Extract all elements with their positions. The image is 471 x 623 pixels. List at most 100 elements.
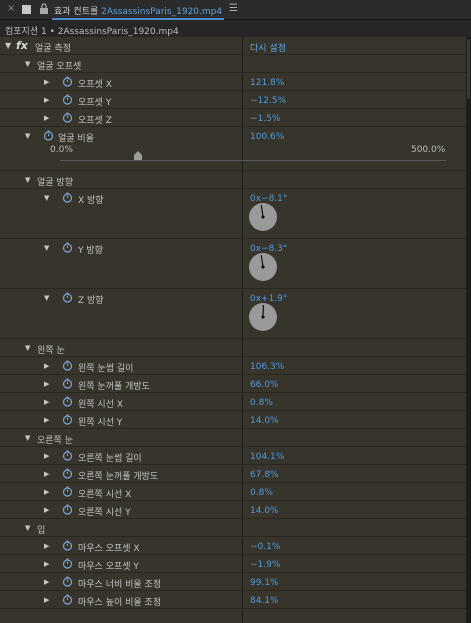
property-value[interactable]: 0.8% <box>250 398 273 408</box>
stopwatch-icon[interactable] <box>62 94 73 105</box>
property-row[interactable]: ▶ 오프셋 Y −12.5% <box>0 91 466 109</box>
property-row[interactable]: ▶ 왼쪽 시선 X 0.8% <box>0 393 466 411</box>
expand-icon[interactable]: ▶ <box>44 78 49 86</box>
property-row[interactable]: ▶ 왼쪽 시선 Y 14.0% <box>0 411 466 429</box>
group-face-direction[interactable]: ▼ 얼굴 방향 <box>0 171 466 189</box>
stopwatch-icon[interactable] <box>62 378 73 389</box>
property-value[interactable]: −1.5% <box>250 114 280 124</box>
property-row[interactable]: ▶ 오른쪽 눈썹 길이 104.1% <box>0 447 466 465</box>
group-face-offset[interactable]: ▼ 얼굴 오프셋 <box>0 55 466 73</box>
property-row[interactable]: ▶ 마우스 높이 비율 조정 84.1% <box>0 591 466 609</box>
direction-row[interactable]: ▼ Z 방향 0x+1.9° <box>0 289 466 339</box>
property-value[interactable]: 84.1% <box>250 596 279 606</box>
expand-icon[interactable]: ▶ <box>44 578 49 586</box>
expand-icon[interactable]: ▶ <box>44 470 49 478</box>
direction-row[interactable]: ▼ Y 방향 0x−8.3° <box>0 239 466 289</box>
property-row[interactable]: ▶ 마우스 너비 비율 조정 99.1% <box>0 573 466 591</box>
stopwatch-icon[interactable] <box>62 242 73 253</box>
group-label: 오른쪽 눈 <box>37 436 73 446</box>
angle-dial[interactable] <box>249 303 277 331</box>
collapse-icon[interactable]: ▼ <box>44 294 49 302</box>
fx-icon[interactable]: fx <box>16 39 28 52</box>
group-left-eye[interactable]: ▼ 왼쪽 눈 <box>0 339 466 357</box>
expand-icon[interactable]: ▶ <box>44 506 49 514</box>
property-value[interactable]: 99.1% <box>250 578 279 588</box>
collapse-icon[interactable]: ▼ <box>44 244 49 252</box>
close-icon[interactable]: × <box>7 3 15 14</box>
property-row[interactable]: ▶ 오프셋 X 121.8% <box>0 73 466 91</box>
property-row[interactable]: ▶ 오른쪽 시선 Y 14.0% <box>0 501 466 519</box>
property-row[interactable]: ▶ 마우스 오프셋 Y −1.9% <box>0 555 466 573</box>
effect-header-row[interactable]: ▼ fx 얼굴 측정 다시 설정 <box>0 37 466 55</box>
face-ratio-row[interactable]: ▼ 얼굴 비율 100.6% 0.0% 500.0% <box>0 127 466 171</box>
stopwatch-icon[interactable] <box>43 130 54 141</box>
expand-icon[interactable]: ▶ <box>44 114 49 122</box>
property-row[interactable]: ▶ 마우스 오프셋 X −0.1% <box>0 537 466 555</box>
stopwatch-icon[interactable] <box>62 292 73 303</box>
expand-icon[interactable]: ▶ <box>44 452 49 460</box>
scrollbar-thumb[interactable] <box>467 39 470 99</box>
collapse-icon[interactable]: ▼ <box>25 176 30 184</box>
property-row[interactable]: ▶ 오른쪽 시선 X 0.8% <box>0 483 466 501</box>
property-value[interactable]: 0.8% <box>250 488 273 498</box>
property-row[interactable]: ▶ 오프셋 Z −1.5% <box>0 109 466 127</box>
property-value[interactable]: 106.3% <box>250 362 284 372</box>
property-label: 오른쪽 눈꺼풀 개방도 <box>78 472 159 482</box>
property-value[interactable]: 14.0% <box>250 506 279 516</box>
angle-dial[interactable] <box>249 203 277 231</box>
expand-icon[interactable]: ▶ <box>44 560 49 568</box>
expand-icon[interactable]: ▶ <box>44 488 49 496</box>
stopwatch-icon[interactable] <box>62 558 73 569</box>
collapse-icon[interactable]: ▼ <box>44 194 49 202</box>
stopwatch-icon[interactable] <box>62 112 73 123</box>
collapse-icon[interactable]: ▼ <box>25 60 30 68</box>
stopwatch-icon[interactable] <box>62 576 73 587</box>
expand-icon[interactable]: ▶ <box>44 542 49 550</box>
expand-icon[interactable]: ▶ <box>44 596 49 604</box>
expand-icon[interactable]: ▶ <box>44 362 49 370</box>
panel-menu-icon[interactable]: ☰ <box>229 3 238 14</box>
group-mouth[interactable]: ▼ 입 <box>0 519 466 537</box>
panel-tab-title[interactable]: 효과 컨트롤 2AssassinsParis_1920.mp4 <box>54 4 222 17</box>
property-value[interactable]: 67.8% <box>250 470 279 480</box>
collapse-icon[interactable]: ▼ <box>25 132 30 140</box>
stopwatch-icon[interactable] <box>62 486 73 497</box>
slider-thumb[interactable] <box>133 151 142 160</box>
stopwatch-icon[interactable] <box>62 414 73 425</box>
lock-icon[interactable] <box>39 3 49 17</box>
expand-icon[interactable]: ▶ <box>44 416 49 424</box>
expand-icon[interactable]: ▶ <box>44 96 49 104</box>
collapse-icon[interactable]: ▼ <box>25 434 30 442</box>
slider-track[interactable] <box>60 160 446 161</box>
stopwatch-icon[interactable] <box>62 396 73 407</box>
stopwatch-icon[interactable] <box>62 540 73 551</box>
scrollbar[interactable] <box>466 37 471 623</box>
collapse-icon[interactable]: ▼ <box>25 524 30 532</box>
property-row[interactable]: ▶ 왼쪽 눈썹 길이 106.3% <box>0 357 466 375</box>
collapse-icon[interactable]: ▼ <box>5 41 11 50</box>
direction-row[interactable]: ▼ X 방향 0x−8.1° <box>0 189 466 239</box>
stopwatch-icon[interactable] <box>62 192 73 203</box>
stopwatch-icon[interactable] <box>62 504 73 515</box>
stopwatch-icon[interactable] <box>62 360 73 371</box>
property-value[interactable]: −12.5% <box>250 96 286 106</box>
property-value[interactable]: −0.1% <box>250 542 280 552</box>
angle-dial[interactable] <box>249 253 277 281</box>
property-value[interactable]: 121.8% <box>250 78 284 88</box>
property-row[interactable]: ▶ 오른쪽 눈꺼풀 개방도 67.8% <box>0 465 466 483</box>
reset-button[interactable]: 다시 설정 <box>250 41 286 54</box>
property-value[interactable]: −1.9% <box>250 560 280 570</box>
stopwatch-icon[interactable] <box>62 468 73 479</box>
expand-icon[interactable]: ▶ <box>44 398 49 406</box>
stopwatch-icon[interactable] <box>62 450 73 461</box>
stopwatch-icon[interactable] <box>62 76 73 87</box>
collapse-icon[interactable]: ▼ <box>25 344 30 352</box>
group-right-eye[interactable]: ▼ 오른쪽 눈 <box>0 429 466 447</box>
property-row[interactable]: ▶ 왼쪽 눈꺼풀 개방도 66.0% <box>0 375 466 393</box>
expand-icon[interactable]: ▶ <box>44 380 49 388</box>
property-value[interactable]: 14.0% <box>250 416 279 426</box>
stopwatch-icon[interactable] <box>62 594 73 605</box>
property-value[interactable]: 100.6% <box>250 132 284 142</box>
property-value[interactable]: 104.1% <box>250 452 284 462</box>
property-value[interactable]: 66.0% <box>250 380 279 390</box>
